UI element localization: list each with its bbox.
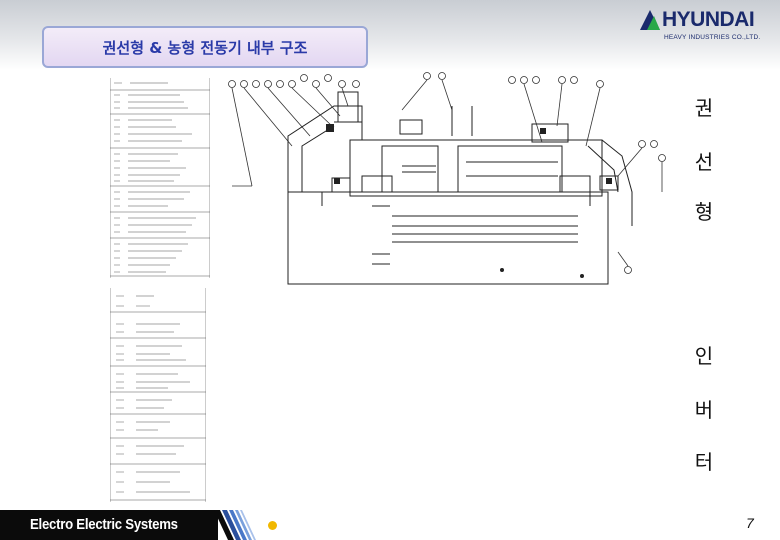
side-label-char: 버	[694, 398, 714, 422]
logo-wordmark: HYUNDAI	[662, 8, 755, 31]
side-label-char: 인	[694, 344, 714, 368]
parts-list-table-upper	[110, 78, 210, 278]
slide-title: 권선형 & 농형 전동기 내부 구조	[42, 26, 368, 68]
footer-stripes-icon	[214, 510, 256, 540]
hyundai-logo: HYUNDAI HEAVY INDUSTRIES CO.,LTD.	[638, 8, 776, 44]
motor-cross-section-drawing	[228, 72, 666, 285]
side-label-char: 선	[694, 150, 714, 174]
footer-accent-dot	[268, 521, 277, 530]
footer-dark-block: Electro Electric Systems	[0, 510, 218, 540]
hyundai-triangle-icon	[640, 10, 660, 30]
page-number: 7	[746, 515, 754, 531]
side-label-char: 권	[694, 96, 714, 120]
side-label-char: 터	[694, 450, 714, 474]
footer-text: Electro Electric Systems	[30, 516, 178, 533]
parts-list-table-lower	[110, 288, 206, 502]
logo-subtitle: HEAVY INDUSTRIES CO.,LTD.	[664, 34, 761, 41]
side-label-char: 형	[694, 200, 714, 224]
slide-footer: Electro Electric Systems 7	[0, 510, 780, 540]
